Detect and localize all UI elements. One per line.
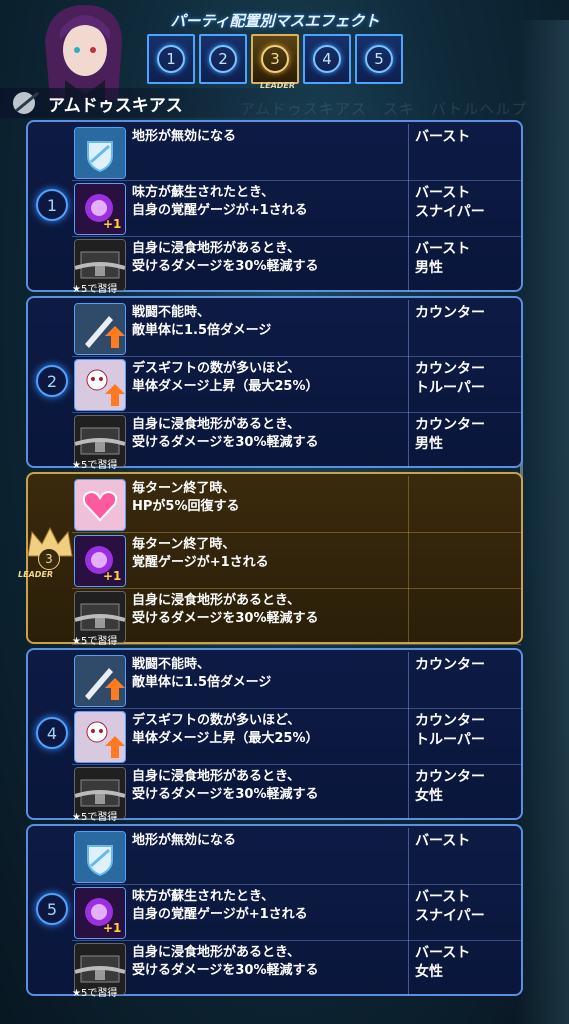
effect-row: 地形が無効になる バースト [72, 828, 521, 885]
effect-row: 地形が無効になる バースト [72, 124, 521, 181]
sword-up-icon [74, 303, 126, 355]
leader-crown-icon: 3 LEADER [18, 524, 76, 584]
effect-description: 戦闘不能時、 敵単体に1.5倍ダメージ [132, 657, 272, 690]
effect-description: デスギフトの数が多いほど、 単体ダメージ上昇（最大25%） [132, 361, 319, 394]
effect-row: ★5で習得 自身に浸食地形があるとき、 受けるダメージを30%軽減する カウンター … [72, 412, 521, 471]
svg-text:+1: +1 [103, 921, 121, 935]
effect-description: 毎ターン終了時、 HPが5%回復する [132, 481, 240, 514]
tab-position-1[interactable]: 1 [147, 34, 195, 84]
effect-description: 地形が無効になる [132, 129, 237, 144]
background-decoration [517, 20, 569, 1024]
effect-description: 自身に浸食地形があるとき、 受けるダメージを30%軽減する [132, 769, 319, 802]
effect-condition-tag: バースト 女性 [408, 940, 520, 996]
effect-description: 自身に浸食地形があるとき、 受けるダメージを30%軽減する [132, 593, 319, 626]
position-number-badge: 2 [36, 365, 68, 397]
effect-group-3: 3 LEADER 毎ターン終了時、 HPが5%回復する +1 毎ターン終了時、 覚醒ゲー… [18, 472, 523, 647]
effect-row: ★5で習得 自身に浸食地形があるとき、 受けるダメージを30%軽減する バースト 男… [72, 236, 521, 295]
tab-position-4[interactable]: 4 [303, 34, 351, 84]
effect-row: ★5で習得 自身に浸食地形があるとき、 受けるダメージを30%軽減する カウンター … [72, 764, 521, 823]
effect-condition-tag: カウンター [408, 652, 520, 708]
acquire-condition: ★5で習得 [72, 636, 118, 647]
effect-condition-tag: カウンター [408, 300, 520, 356]
character-avatar [45, 5, 122, 100]
effect-row: ★5で習得 自身に浸食地形があるとき、 受けるダメージを30%軽減する [72, 588, 521, 647]
svg-text:+1: +1 [103, 569, 121, 583]
position-number-badge: 4 [36, 717, 68, 749]
effect-row: 戦闘不能時、 敵単体に1.5倍ダメージ カウンター [72, 652, 521, 709]
weapon-class-icon [13, 91, 39, 114]
effect-condition-tag: バースト [408, 124, 520, 180]
effect-description: 自身に浸食地形があるとき、 受けるダメージを30%軽減する [132, 241, 319, 274]
terrain-shield-icon [74, 127, 126, 179]
tab-number: 3 [261, 45, 289, 73]
effect-condition-tag: バースト [408, 828, 520, 884]
effect-condition-tag: バースト スナイパー [408, 884, 520, 940]
character-name-bar: アムドゥスキアス [0, 88, 330, 118]
acquire-condition: ★5で習得 [72, 284, 118, 295]
position-number-badge: 1 [36, 189, 68, 221]
tab-number: 1 [157, 45, 185, 73]
header: パーティ配置別マスエフェクト 1 2 3 4 5 LEADER アムドゥスキアス [0, 0, 569, 120]
tab-position-3[interactable]: 3 [251, 34, 299, 84]
character-name: アムドゥスキアス [48, 95, 183, 116]
tab-position-2[interactable]: 2 [199, 34, 247, 84]
effect-condition-tag: カウンター 女性 [408, 764, 520, 820]
awaken-orb-plus1-icon: +1 [74, 887, 126, 939]
skull-gift-up-icon [74, 359, 126, 411]
effect-group-1: 1 地形が無効になる バースト +1 味方が蘇生されたとき、 自身の覚醒ゲージが+1され… [26, 120, 523, 295]
effect-row: デスギフトの数が多いほど、 単体ダメージ上昇（最大25%） カウンター トルーパー [72, 356, 521, 413]
leader-label: LEADER [18, 570, 54, 579]
effect-row: ★5で習得 自身に浸食地形があるとき、 受けるダメージを30%軽減する バースト 女… [72, 940, 521, 999]
chevron-decoration-icon [520, 438, 561, 542]
party-effect-title: パーティ配置別マスエフェクト [170, 12, 380, 30]
effect-condition-tag [408, 588, 520, 644]
effect-description: デスギフトの数が多いほど、 単体ダメージ上昇（最大25%） [132, 713, 319, 746]
effect-condition-tag: バースト スナイパー [408, 180, 520, 236]
terrain-shield-icon [74, 831, 126, 883]
sword-up-icon [74, 655, 126, 707]
acquire-condition: ★5で習得 [72, 460, 118, 471]
tab-position-5[interactable]: 5 [355, 34, 403, 84]
effect-row: デスギフトの数が多いほど、 単体ダメージ上昇（最大25%） カウンター トルーパー [72, 708, 521, 765]
awaken-orb-plus1-icon: +1 [74, 535, 126, 587]
effect-condition-tag: バースト 男性 [408, 236, 520, 292]
effect-row: +1 毎ターン終了時、 覚醒ゲージが+1される [72, 532, 521, 589]
tab-number: 5 [365, 45, 393, 73]
effect-condition-tag: カウンター 男性 [408, 412, 520, 468]
effect-row: +1 味方が蘇生されたとき、 自身の覚醒ゲージが+1される バースト スナイパー [72, 180, 521, 237]
effect-condition-tag: カウンター トルーパー [408, 356, 520, 412]
tab-number: 4 [313, 45, 341, 73]
effect-description: 地形が無効になる [132, 833, 237, 848]
effect-condition-tag: カウンター トルーパー [408, 708, 520, 764]
effect-row: 毎ターン終了時、 HPが5%回復する [72, 476, 521, 533]
acquire-condition: ★5で習得 [72, 812, 118, 823]
effect-row: 戦闘不能時、 敵単体に1.5倍ダメージ カウンター [72, 300, 521, 357]
effect-row: +1 味方が蘇生されたとき、 自身の覚醒ゲージが+1される バースト スナイパー [72, 884, 521, 941]
effect-condition-tag [408, 532, 520, 588]
svg-text:+1: +1 [103, 217, 121, 231]
effect-group-4: 4 戦闘不能時、 敵単体に1.5倍ダメージ カウンター デスギフトの数が多いほど、 単… [26, 648, 523, 823]
heart-heal-icon [74, 479, 126, 531]
leader-position-number: 3 [38, 548, 60, 570]
position-tabs: 1 2 3 4 5 [145, 32, 405, 86]
effect-group-2: 2 戦闘不能時、 敵単体に1.5倍ダメージ カウンター デスギフトの数が多いほど、 単… [26, 296, 523, 471]
effect-description: 毎ターン終了時、 覚醒ゲージが+1される [132, 537, 269, 570]
effect-description: 自身に浸食地形があるとき、 受けるダメージを30%軽減する [132, 945, 319, 978]
effect-description: 自身に浸食地形があるとき、 受けるダメージを30%軽減する [132, 417, 319, 450]
awaken-orb-plus1-icon: +1 [74, 183, 126, 235]
effect-description: 味方が蘇生されたとき、 自身の覚醒ゲージが+1される [132, 185, 308, 218]
tab-number: 2 [209, 45, 237, 73]
acquire-condition: ★5で習得 [72, 988, 118, 999]
effect-condition-tag [408, 476, 520, 532]
effect-description: 味方が蘇生されたとき、 自身の覚醒ゲージが+1される [132, 889, 308, 922]
position-number-badge: 5 [36, 893, 68, 925]
effect-group-5: 5 地形が無効になる バースト +1 味方が蘇生されたとき、 自身の覚醒ゲージが+1され… [26, 824, 523, 999]
skull-gift-up-icon [74, 711, 126, 763]
effect-description: 戦闘不能時、 敵単体に1.5倍ダメージ [132, 305, 272, 338]
